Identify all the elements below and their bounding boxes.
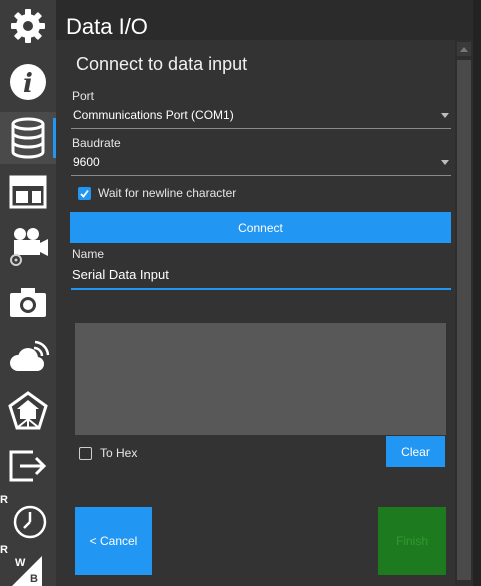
database-icon (11, 117, 45, 159)
port-label: Port (72, 89, 95, 103)
checkmark-icon (80, 189, 89, 198)
sidebar-item-video[interactable] (0, 220, 56, 272)
sidebar-item-clock[interactable]: R (0, 494, 56, 546)
white-balance-w: W (15, 557, 26, 569)
sidebar-badge: R (0, 544, 8, 556)
name-label: Name (72, 247, 105, 261)
finish-button[interactable]: Finish (378, 507, 446, 575)
baudrate-value: 9600 (73, 155, 100, 169)
sidebar-item-white-balance[interactable]: R W B (0, 544, 56, 586)
video-camera-settings-icon (10, 228, 48, 266)
sidebar-item-camera[interactable] (0, 276, 56, 328)
clear-button[interactable]: Clear (386, 436, 445, 467)
layout-icon (9, 175, 47, 209)
scroll-up-button[interactable] (457, 42, 471, 56)
newline-checkbox[interactable] (78, 186, 91, 200)
network-home-icon (8, 391, 48, 430)
port-value: Communications Port (COM1) (73, 108, 234, 122)
chevron-down-icon (441, 160, 449, 165)
baudrate-select[interactable]: 9600 (71, 151, 451, 176)
sidebar-badge: R (0, 494, 8, 506)
scroll-thumb[interactable] (457, 60, 471, 580)
data-display-area (75, 323, 446, 435)
baudrate-label: Baudrate (72, 136, 121, 150)
chevron-up-icon (460, 46, 468, 52)
sidebar-item-network[interactable] (0, 386, 56, 438)
clock-icon (13, 505, 47, 539)
chevron-down-icon (441, 113, 449, 118)
panel-subtitle: Connect to data input (76, 54, 248, 74)
white-balance-icon: W B (12, 556, 42, 586)
connect-button[interactable]: Connect (70, 212, 451, 243)
svg-text:i: i (23, 69, 33, 99)
scrollbar[interactable] (455, 40, 473, 586)
to-hex-checkbox[interactable] (79, 446, 92, 460)
sidebar-item-cloud[interactable] (0, 330, 56, 382)
info-icon: i (10, 64, 46, 100)
white-balance-b: B (30, 573, 38, 585)
cloud-signal-icon (10, 340, 50, 371)
gear-icon (11, 9, 45, 43)
name-input[interactable]: Serial Data Input (71, 262, 451, 290)
cancel-button[interactable]: < Cancel (75, 507, 152, 575)
sidebar-item-data-io[interactable] (0, 112, 56, 164)
sidebar-item-info[interactable]: i (0, 56, 56, 108)
export-icon (9, 450, 47, 482)
port-select[interactable]: Communications Port (COM1) (71, 104, 451, 129)
to-hex-label: To Hex (100, 446, 138, 460)
newline-checkbox-row[interactable]: Wait for newline character (78, 186, 236, 200)
name-value: Serial Data Input (72, 267, 169, 282)
to-hex-checkbox-row[interactable]: To Hex (79, 446, 137, 460)
sidebar: i R R W B (0, 0, 56, 586)
window-edge (473, 0, 481, 586)
camera-icon (10, 288, 46, 317)
page-title: Data I/O (66, 14, 148, 39)
sidebar-item-export[interactable] (0, 440, 56, 492)
newline-label: Wait for newline character (98, 186, 237, 200)
sidebar-item-settings[interactable] (0, 0, 56, 52)
sidebar-item-layout[interactable] (0, 166, 56, 218)
